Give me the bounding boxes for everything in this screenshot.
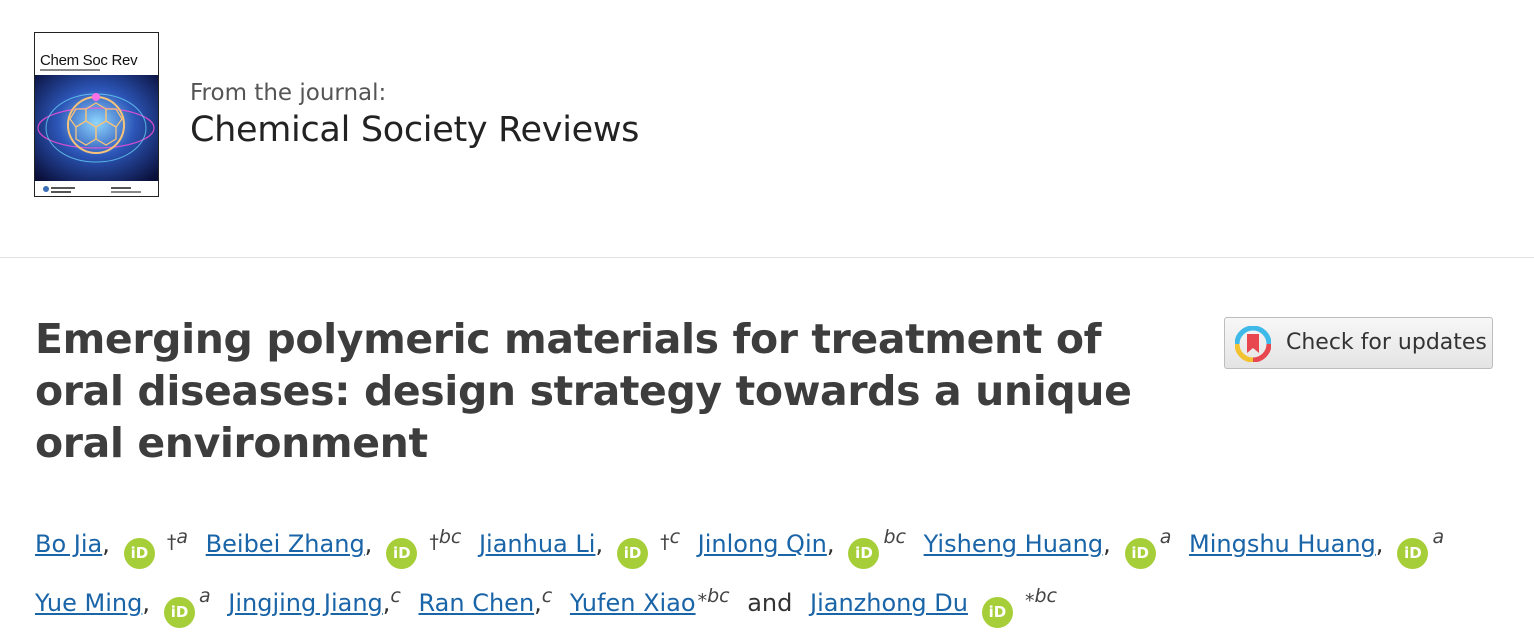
journal-header: Chem Soc Rev From the journal: Chemical …	[0, 0, 1534, 258]
affiliation-mark: a	[198, 585, 211, 607]
header-divider	[0, 257, 1534, 258]
orcid-icon[interactable]: iD	[848, 538, 880, 569]
author-beibei-zhang[interactable]: Beibei Zhang	[206, 530, 365, 558]
affiliation-mark: bc	[707, 585, 730, 607]
equal-contribution-mark: †	[166, 531, 177, 553]
author-separator: ,	[364, 530, 373, 558]
crossmark-icon	[1235, 326, 1271, 362]
author-mingshu-huang[interactable]: Mingshu Huang	[1189, 530, 1376, 558]
equal-contribution-mark: †	[429, 531, 439, 553]
orcid-icon[interactable]: iD	[1124, 538, 1156, 569]
cover-title: Chem Soc Rev	[40, 52, 138, 69]
affiliation-mark: c	[541, 585, 553, 607]
author-separator: ,	[826, 530, 835, 558]
author-separator: ,	[1103, 530, 1111, 558]
affiliation-mark: c	[390, 585, 401, 607]
author-jinlong-qin[interactable]: Jinlong Qin	[698, 530, 827, 558]
check-for-updates-label: Check for updates	[1286, 330, 1487, 355]
author-separator: ,	[534, 589, 542, 617]
author-separator: ,	[1375, 530, 1384, 558]
author-list: Bo Jia, iD †a Beibei Zhang, iD †bc Jianhua L…	[35, 511, 1465, 629]
affiliation-mark: a	[1432, 526, 1445, 548]
author-yufen-xiao[interactable]: Yufen Xiao	[570, 589, 696, 617]
and-conjunction: and	[747, 589, 793, 617]
affiliation-mark: a	[176, 526, 189, 548]
affiliation-mark: c	[669, 526, 681, 548]
author-yue-ming[interactable]: Yue Ming	[35, 589, 142, 617]
affiliation-mark: a	[1159, 526, 1172, 548]
author-bo-jia[interactable]: Bo Jia	[35, 530, 102, 558]
author-yisheng-huang[interactable]: Yisheng Huang	[924, 530, 1103, 558]
orcid-icon[interactable]: iD	[123, 538, 155, 569]
corresponding-author-mark: *	[1024, 590, 1035, 612]
author-separator: ,	[595, 530, 604, 558]
check-for-updates-button[interactable]: Check for updates	[1224, 317, 1493, 369]
orcid-icon[interactable]: iD	[1397, 538, 1429, 569]
journal-cover-image[interactable]: Chem Soc Rev	[34, 32, 159, 197]
orcid-icon[interactable]: iD	[617, 538, 649, 569]
author-separator: ,	[142, 589, 150, 617]
affiliation-mark: bc	[883, 526, 906, 548]
orcid-icon[interactable]: iD	[981, 597, 1013, 628]
author-separator: ,	[102, 530, 110, 558]
article-title: Emerging polymeric materials for treatme…	[35, 315, 1132, 467]
cover-artwork	[35, 75, 158, 196]
orcid-icon[interactable]: iD	[163, 597, 195, 628]
author-jianzhong-du[interactable]: Jianzhong Du	[810, 589, 968, 617]
affiliation-mark: bc	[438, 526, 462, 548]
author-ran-chen[interactable]: Ran Chen	[419, 589, 535, 617]
orcid-icon[interactable]: iD	[386, 538, 418, 569]
journal-name-link[interactable]: Chemical Society Reviews	[190, 110, 639, 150]
affiliation-mark: bc	[1034, 585, 1057, 607]
author-jianhua-li[interactable]: Jianhua Li	[479, 530, 595, 558]
equal-contribution-mark: †	[660, 531, 670, 553]
corresponding-author-mark: *	[697, 590, 708, 612]
from-journal-label: From the journal:	[190, 80, 387, 106]
author-jingjing-jiang[interactable]: Jingjing Jiang	[228, 589, 383, 617]
cover-subtitle-line	[40, 69, 100, 71]
